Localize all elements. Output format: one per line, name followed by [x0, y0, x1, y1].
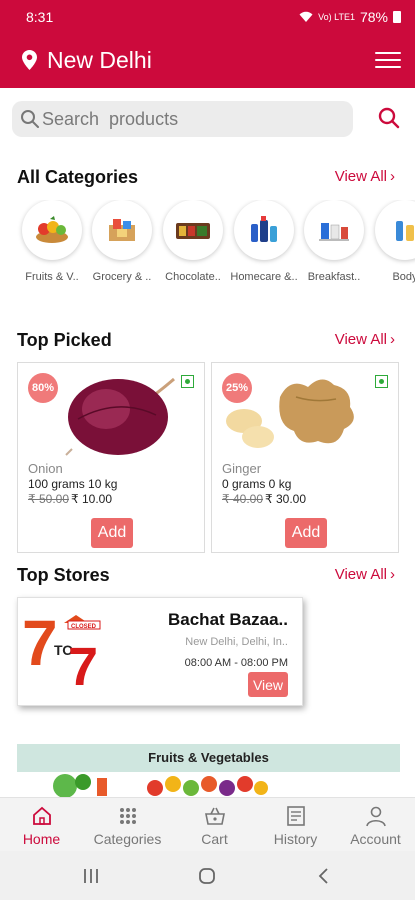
- svg-text:7: 7: [68, 637, 98, 689]
- bodycare-icon: [375, 200, 415, 260]
- grocery-icon: [92, 200, 152, 260]
- store-card[interactable]: 7 TO 7 CLOSED Bachat Bazaa.. New Delhi, …: [17, 597, 303, 706]
- system-navigation-bar: [0, 851, 415, 900]
- homecare-icon: [234, 200, 294, 260]
- old-price: ₹ 40.00: [222, 492, 263, 506]
- top-picked-title: Top Picked: [17, 330, 112, 350]
- home-icon: [32, 806, 51, 825]
- location-label[interactable]: New Delhi: [47, 47, 152, 74]
- nav-cart[interactable]: Cart: [173, 805, 256, 847]
- categories-carousel[interactable]: Fruits & V.. Grocery & .. Chocolate.. Ho…: [0, 200, 415, 310]
- breakfast-icon: [304, 200, 364, 260]
- product-name: Ginger: [222, 461, 262, 476]
- nav-account[interactable]: Account: [334, 805, 415, 847]
- product-price: ₹ 50.00 ₹ 10.00: [28, 492, 112, 506]
- veg-mark-icon: [375, 375, 388, 388]
- search-icon: [21, 110, 39, 128]
- fruits-image: [147, 776, 268, 796]
- home-button-icon[interactable]: [198, 867, 216, 885]
- store-logo: 7 TO 7 CLOSED: [24, 607, 101, 689]
- category-item[interactable]: Fruits & V..: [17, 200, 87, 284]
- grid-icon: [119, 808, 136, 824]
- category-item[interactable]: Chocolate..: [158, 200, 228, 284]
- status-time: 8:31: [26, 9, 54, 25]
- product-card[interactable]: 25% Ginger 0 grams 0 kg ₹ 40.00 ₹ 30.00 A…: [211, 362, 399, 553]
- chocolate-icon: [163, 200, 223, 260]
- location-pin-icon[interactable]: [22, 50, 37, 70]
- search-bar: [12, 101, 353, 137]
- recent-apps-icon[interactable]: [82, 867, 100, 885]
- receipt-icon: [286, 806, 305, 826]
- network-indicator: Vo) LTE1: [318, 12, 355, 22]
- current-price: ₹ 10.00: [71, 492, 112, 506]
- nav-home[interactable]: Home: [0, 805, 83, 847]
- category-item[interactable]: Breakfast..: [299, 200, 369, 284]
- product-name: Onion: [28, 461, 63, 476]
- basket-icon: [204, 807, 225, 825]
- add-to-cart-button[interactable]: Add: [91, 518, 133, 548]
- current-price: ₹ 30.00: [265, 492, 306, 506]
- top-stores-title: Top Stores: [17, 565, 110, 585]
- store-name: Bachat Bazaa..: [168, 610, 288, 629]
- svg-text:CLOSED: CLOSED: [71, 624, 97, 630]
- category-banner[interactable]: Fruits & Vegetables: [17, 744, 400, 798]
- old-price: ₹ 50.00: [28, 492, 69, 506]
- menu-icon[interactable]: [375, 52, 401, 68]
- category-item[interactable]: Body: [370, 200, 415, 284]
- onion-image: [65, 377, 175, 456]
- store-hours: 08:00 AM - 08:00 PM: [184, 657, 288, 669]
- fruits-vegetables-icon: [22, 200, 82, 260]
- bottom-navigation: Home Categories Cart History Account: [0, 797, 415, 851]
- discount-badge: 80%: [28, 373, 58, 403]
- status-bar: 8:31 Vo) LTE1 78%: [0, 0, 415, 32]
- battery-icon: [393, 11, 401, 23]
- category-item[interactable]: Homecare &..: [229, 200, 299, 284]
- categories-view-all[interactable]: View All ›: [335, 168, 395, 185]
- search-input[interactable]: [42, 107, 342, 131]
- product-quantity: 100 grams 10 kg: [28, 477, 118, 491]
- view-store-button[interactable]: View: [248, 672, 288, 697]
- top-picked-view-all[interactable]: View All ›: [335, 331, 395, 348]
- product-quantity: 0 grams 0 kg: [222, 477, 292, 491]
- wifi-icon: [299, 11, 313, 22]
- add-to-cart-button[interactable]: Add: [285, 518, 327, 548]
- discount-badge: 25%: [222, 373, 252, 403]
- battery-percent: 78%: [359, 9, 388, 25]
- nav-history[interactable]: History: [254, 805, 337, 847]
- status-icons: Vo) LTE1 78%: [299, 9, 401, 25]
- category-item[interactable]: Grocery & ..: [87, 200, 157, 284]
- search-button-icon[interactable]: [378, 107, 400, 129]
- store-address: New Delhi, Delhi, In..: [185, 636, 288, 648]
- app-header: New Delhi: [0, 32, 415, 88]
- person-icon: [365, 806, 386, 827]
- veg-mark-icon: [181, 375, 194, 388]
- top-stores-view-all[interactable]: View All ›: [335, 566, 395, 583]
- product-price: ₹ 40.00 ₹ 30.00: [222, 492, 306, 506]
- banner-title: Fruits & Vegetables: [17, 744, 400, 772]
- categories-title: All Categories: [17, 167, 139, 187]
- back-icon[interactable]: [316, 867, 330, 885]
- vegetables-image: [53, 774, 107, 798]
- svg-text:7: 7: [24, 607, 58, 679]
- nav-categories[interactable]: Categories: [86, 805, 169, 847]
- product-card[interactable]: 80% Onion 100 grams 10 kg ₹ 50.00 ₹ 10.00…: [17, 362, 205, 553]
